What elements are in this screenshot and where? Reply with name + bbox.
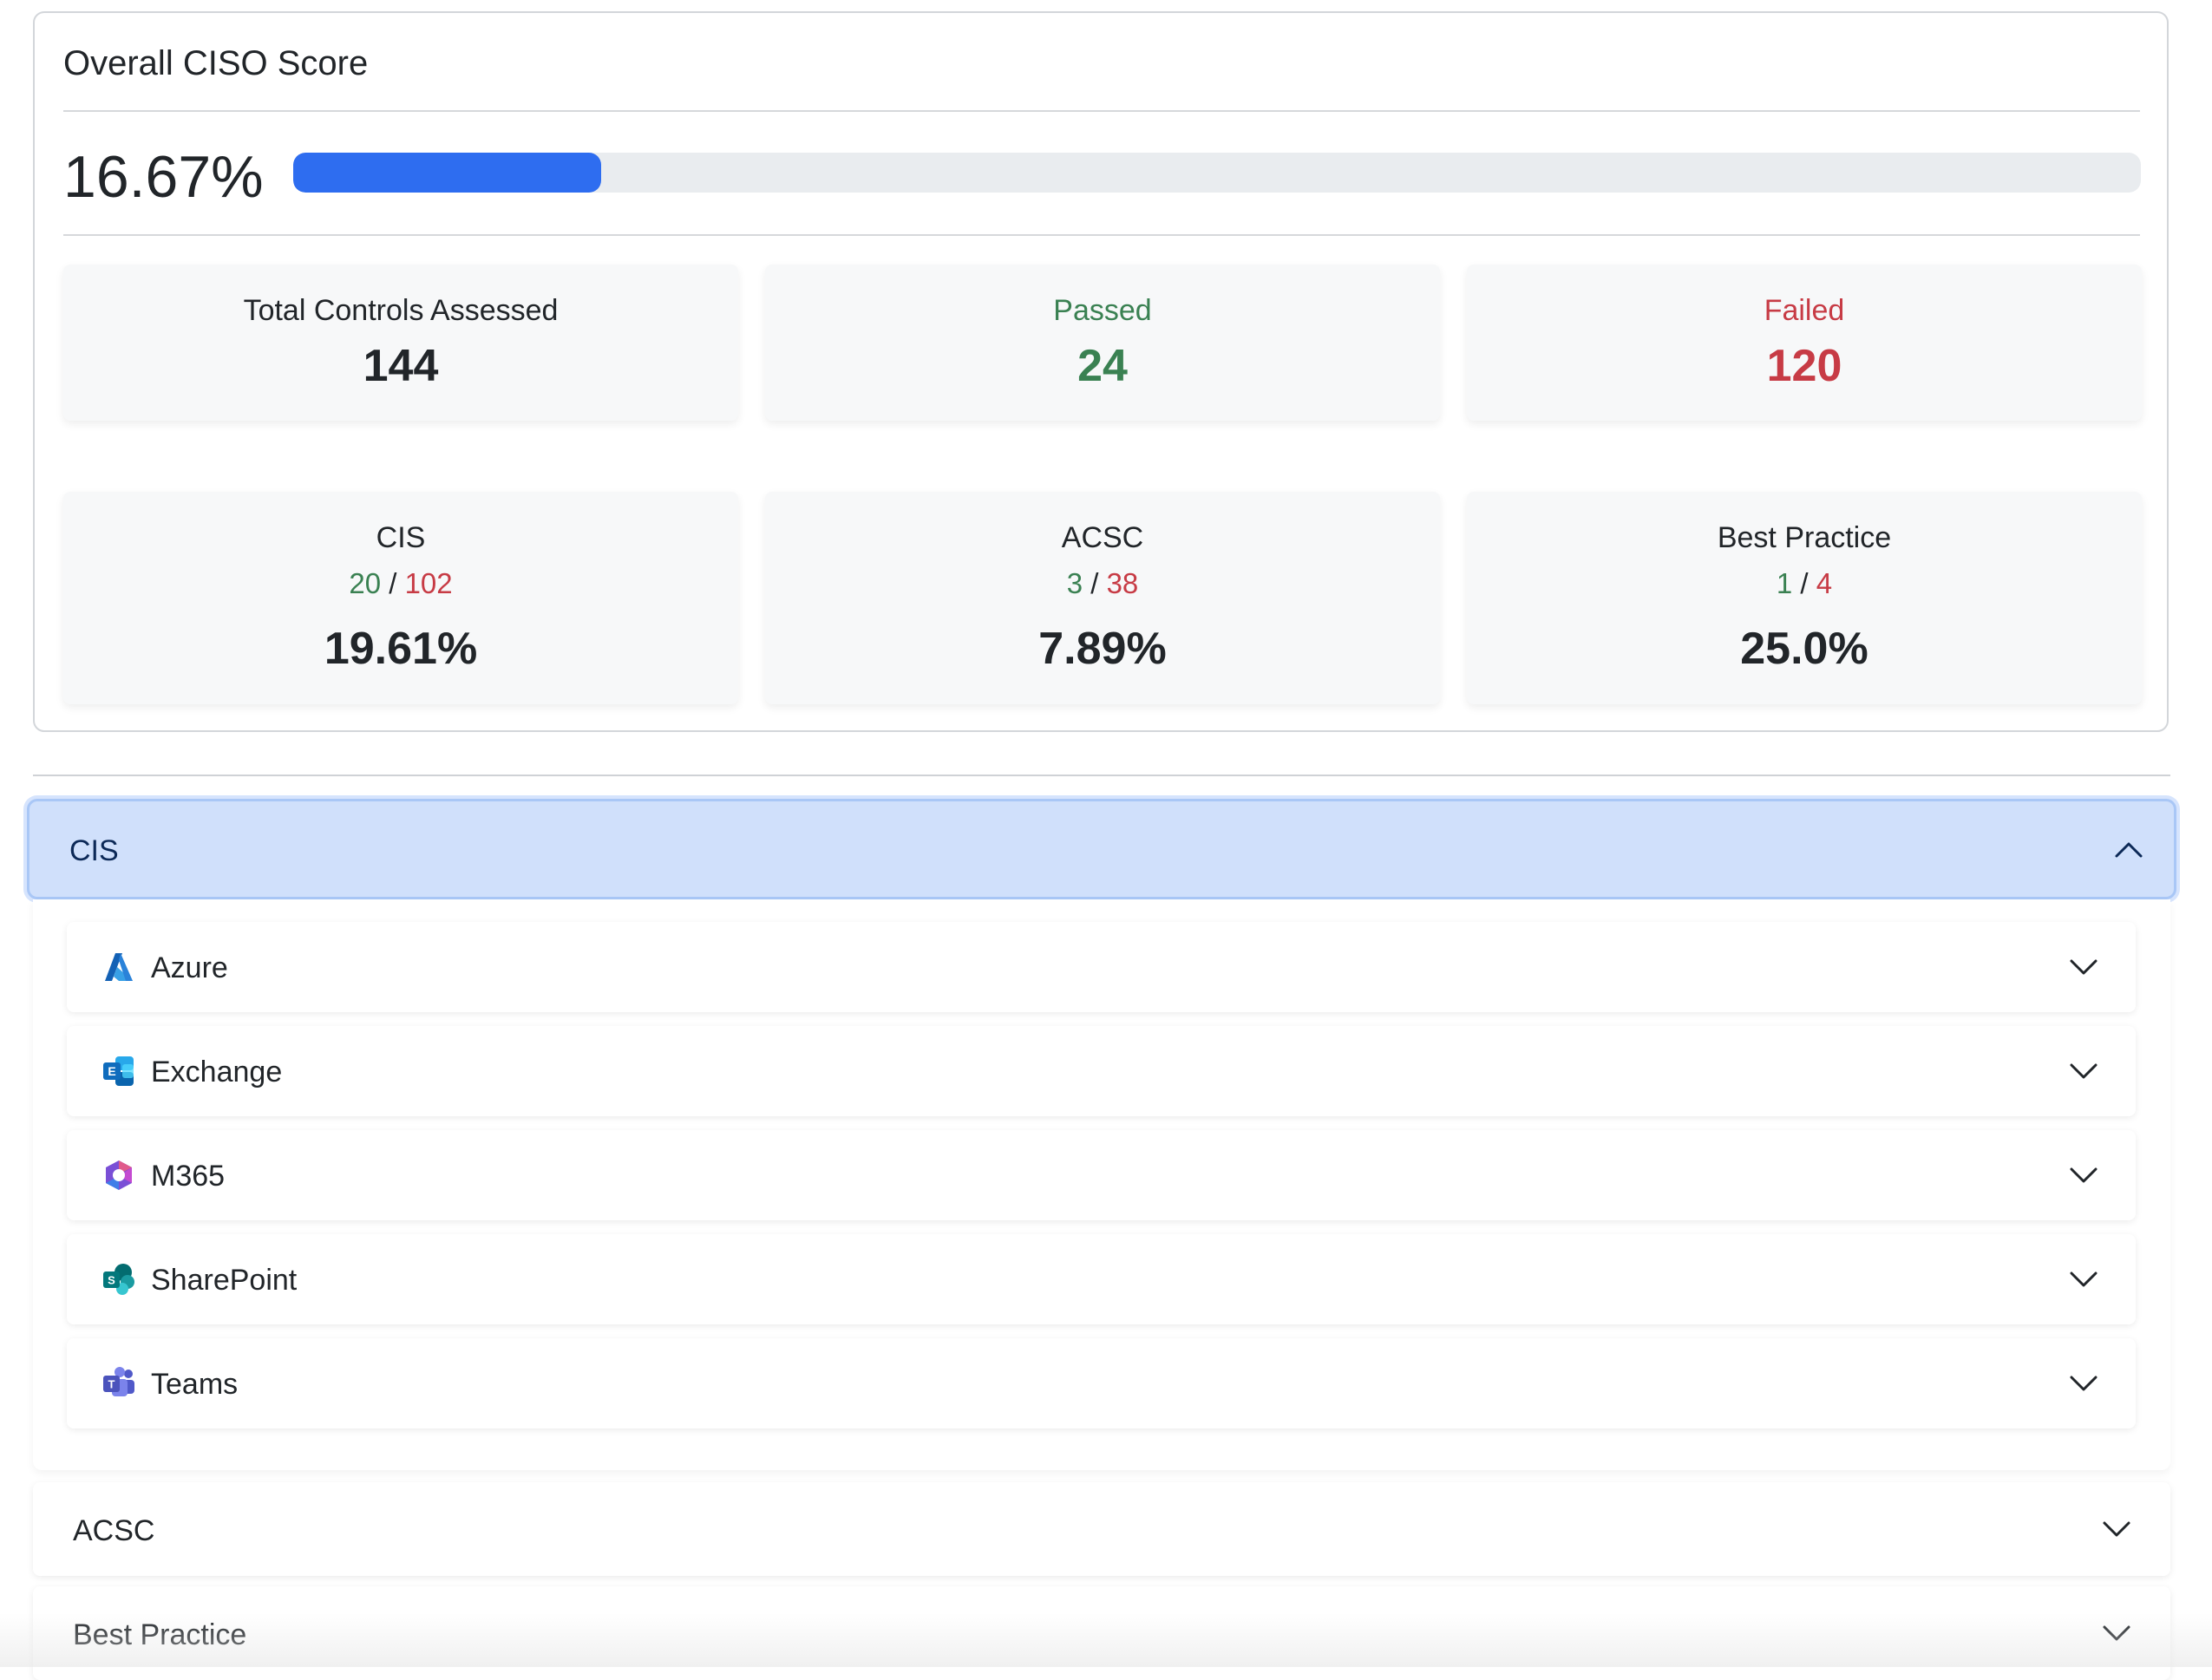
svg-text:T: T [108,1378,115,1391]
svg-text:E: E [108,1064,115,1078]
total-controls-card: Total Controls Assessed 144 [63,265,738,421]
sub-accordion-teams[interactable]: T Teams [67,1338,2136,1428]
framework-card-best-practice: Best Practice 1 / 4 25.0% [1467,492,2142,704]
framework-separator: / [1090,567,1099,599]
framework-name: ACSC [1061,521,1144,554]
framework-failed: 102 [404,567,453,599]
azure-icon [105,953,133,981]
chevron-down-icon [2070,1271,2097,1287]
framework-percent: 25.0% [1740,624,1868,674]
passed-card: Passed 24 [765,265,1440,421]
framework-separator: / [1800,567,1809,599]
sub-accordion-sharepoint[interactable]: S SharePoint [67,1234,2136,1324]
framework-passed: 20 [349,567,382,599]
passed-label: Passed [1053,294,1152,327]
failed-label: Failed [1764,294,1845,327]
chevron-up-icon [2115,842,2143,858]
framework-failed: 4 [1816,567,1833,599]
sub-accordion-label: Teams [151,1368,239,1401]
accordion-header-cis[interactable]: CIS [27,799,2176,899]
sub-accordion-label: Azure [151,951,228,984]
total-controls-label: Total Controls Assessed [243,294,559,327]
accordion-header-best-practice[interactable]: Best Practice [33,1586,2170,1680]
accordion-header-acsc[interactable]: ACSC [33,1482,2170,1576]
accordion-label-best-practice: Best Practice [73,1618,247,1651]
score-title: Overall CISO Score [63,44,369,82]
framework-ratio: 1 / 4 [1467,567,2142,600]
score-divider-top [63,110,2140,112]
framework-passed: 3 [1066,567,1083,599]
overall-score-card: Overall CISO Score 16.67% Total Controls… [33,11,2169,732]
passed-value: 24 [1077,341,1128,391]
framework-separator: / [389,567,397,599]
teams-icon: T [103,1367,134,1396]
exchange-icon: E [103,1056,134,1086]
sub-accordion-azure[interactable]: Azure [67,922,2136,1012]
chevron-down-icon [2103,1625,2130,1641]
framework-card-acsc: ACSC 3 / 38 7.89% [765,492,1440,704]
sharepoint-icon: S [103,1264,134,1295]
total-controls-value: 144 [363,341,439,391]
sub-accordion-m365[interactable]: M365 [67,1130,2136,1220]
framework-failed: 38 [1106,567,1139,599]
score-divider-bottom [63,234,2140,236]
framework-ratio: 20 / 102 [63,567,738,600]
sub-accordion-exchange[interactable]: E Exchange [67,1026,2136,1116]
failed-value: 120 [1766,341,1842,391]
m365-icon [106,1160,132,1190]
framework-ratio: 3 / 38 [765,567,1440,600]
accordion-label-cis: CIS [69,834,119,867]
framework-name: CIS [376,521,426,554]
failed-card: Failed 120 [1467,265,2142,421]
sub-accordion-label: SharePoint [151,1264,298,1297]
svg-text:S: S [108,1274,115,1287]
score-progress-bar [293,153,2141,193]
sub-accordion-label: Exchange [151,1056,283,1088]
score-value: 16.67% [63,144,264,210]
chevron-down-icon [2070,1376,2097,1391]
accordion-label-acsc: ACSC [73,1514,155,1547]
score-progress-fill [293,153,602,193]
chevron-down-icon [2070,1167,2097,1183]
framework-card-cis: CIS 20 / 102 19.61% [63,492,738,704]
chevron-down-icon [2103,1521,2130,1537]
chevron-down-icon [2070,1063,2097,1079]
framework-percent: 19.61% [324,624,478,674]
framework-passed: 1 [1776,567,1793,599]
framework-name: Best Practice [1717,521,1892,554]
section-divider [33,775,2170,776]
framework-percent: 7.89% [1038,624,1167,674]
sub-accordion-label: M365 [151,1160,226,1193]
chevron-down-icon [2070,959,2097,975]
